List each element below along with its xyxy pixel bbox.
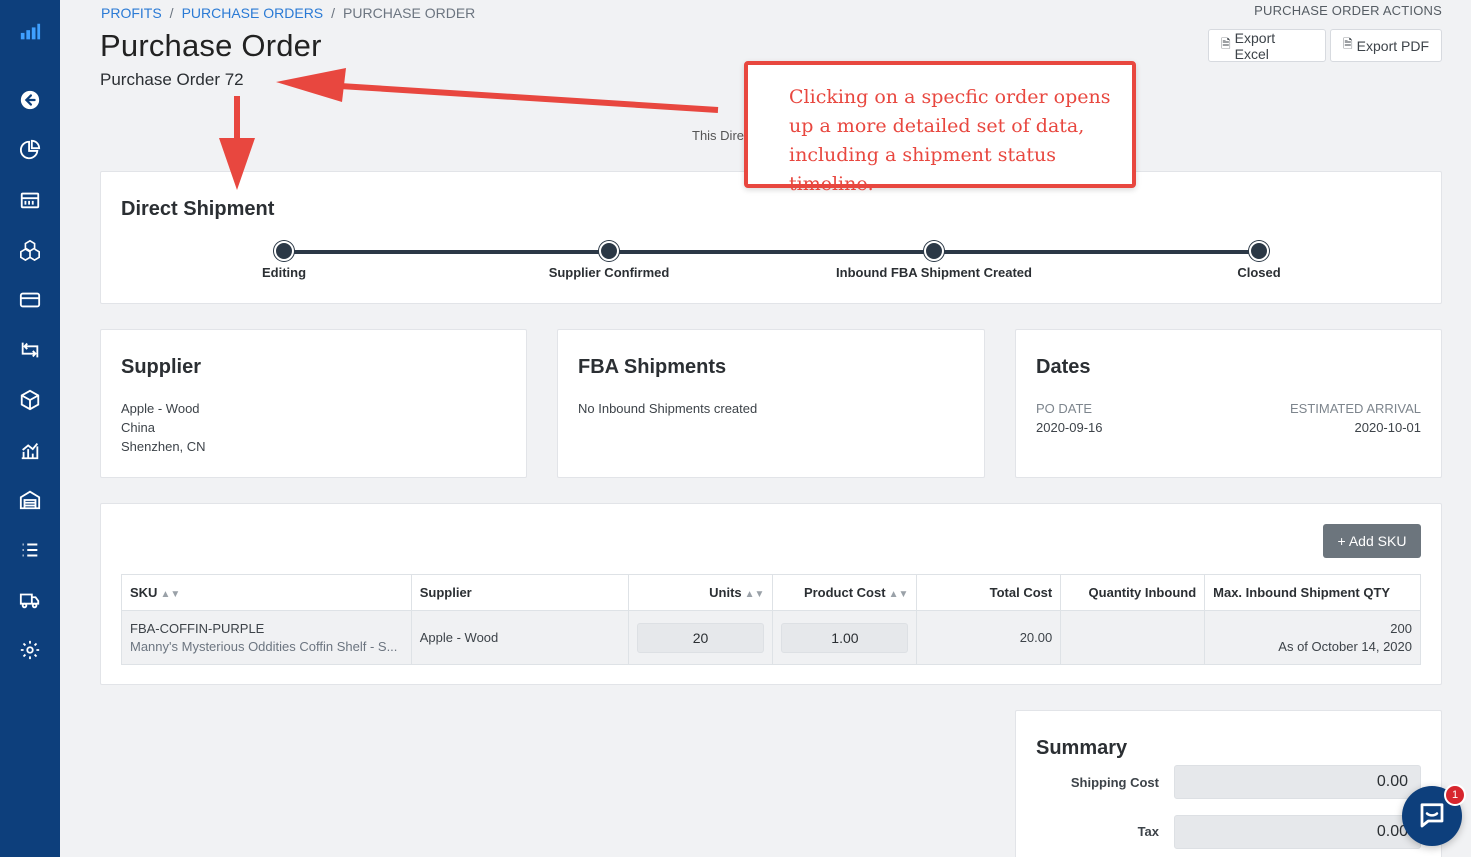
direct-shipment-card: Direct Shipment Editing Supplier Confirm… xyxy=(100,171,1442,304)
sort-icon: ▲▼ xyxy=(888,589,909,600)
sku-code: FBA-COFFIN-PURPLE xyxy=(130,621,265,636)
sku-table-card: + Add SKU SKU ▲▼ Supplier Units ▲▼ Product… xyxy=(100,503,1442,685)
timeline-step-dot xyxy=(599,241,619,261)
column-header-label: Units xyxy=(709,585,742,600)
timeline-step-closed: Closed xyxy=(1237,265,1281,280)
hint-text: This Dire xyxy=(692,128,745,143)
total-cost-cell: 20.00 xyxy=(916,610,1062,665)
sort-icon: ▲▼ xyxy=(160,589,181,600)
supplier-city: Shenzhen, CN xyxy=(121,439,206,454)
product-cost-cell: 1.00 xyxy=(772,610,918,665)
fba-shipments-title: FBA Shipments xyxy=(578,356,727,378)
supplier-card: Supplier Apple - Wood China Shenzhen, CN xyxy=(100,329,527,478)
column-header-total-cost: Total Cost xyxy=(916,574,1062,611)
chat-icon xyxy=(1420,803,1444,828)
purchase-order-actions-label: PURCHASE ORDER ACTIONS xyxy=(1254,3,1442,18)
column-header-label: Quantity Inbound xyxy=(1088,585,1197,600)
column-header-sku[interactable]: SKU ▲▼ xyxy=(121,574,412,611)
repeat-icon[interactable] xyxy=(18,338,42,362)
dates-card: Dates PO DATE 2020-09-16 ESTIMATED ARRIV… xyxy=(1015,329,1442,478)
excel-file-icon: 🗎 xyxy=(1221,37,1231,51)
chat-notification-badge: 1 xyxy=(1444,784,1466,806)
fba-empty-message: No Inbound Shipments created xyxy=(578,401,758,416)
breadcrumb: PROFITS / PURCHASE ORDERS / PURCHASE ORD… xyxy=(101,5,475,21)
estimated-arrival-label: ESTIMATED ARRIVAL xyxy=(1290,401,1421,416)
shipping-cost-label: Shipping Cost xyxy=(1070,775,1159,790)
breadcrumb-separator: / xyxy=(169,5,174,21)
timeline-step-dot xyxy=(924,241,944,261)
tax-input[interactable]: 0.00 xyxy=(1174,815,1421,849)
timeline-step-dot xyxy=(274,241,294,261)
column-header-max-inbound-qty: Max. Inbound Shipment QTY xyxy=(1204,574,1421,611)
po-date-value: 2020-09-16 xyxy=(1036,420,1103,435)
po-date-label: PO DATE xyxy=(1036,401,1093,416)
logo-icon[interactable] xyxy=(18,20,42,44)
page-title: Purchase Order xyxy=(100,28,322,63)
annotation-callout: Clicking on a specfic order opens up a m… xyxy=(744,61,1136,195)
tax-label: Tax xyxy=(1137,824,1159,839)
shipping-cost-input[interactable]: 0.00 xyxy=(1174,765,1421,799)
column-header-label: Total Cost xyxy=(989,585,1053,600)
column-header-label: Max. Inbound Shipment QTY xyxy=(1213,585,1391,600)
chart-pie-icon[interactable] xyxy=(18,138,42,162)
timeline-track xyxy=(284,250,1260,254)
max-inbound-qty-value: 200 xyxy=(1390,621,1412,636)
units-cell: 20 xyxy=(627,610,774,665)
max-inbound-qty-date: As of October 14, 2020 xyxy=(1278,639,1412,654)
supplier-name: Apple - Wood xyxy=(121,401,200,416)
timeline-step-editing: Editing xyxy=(261,265,307,280)
export-pdf-label: Export PDF xyxy=(1356,37,1430,54)
calendar-icon[interactable] xyxy=(18,188,42,212)
column-header-label: SKU xyxy=(130,585,158,600)
boxes-icon[interactable] xyxy=(18,238,42,262)
column-header-label: Supplier xyxy=(419,585,472,600)
analytics-icon[interactable] xyxy=(18,438,42,462)
sku-table: SKU ▲▼ Supplier Units ▲▼ Product Cost ▲▼ To… xyxy=(121,574,1421,665)
summary-card: Summary Shipping Cost 0.00 Tax 0.00 xyxy=(1015,710,1442,857)
sku-cell: FBA-COFFIN-PURPLE Manny's Mysterious Odd… xyxy=(121,610,412,665)
supplier-title: Supplier xyxy=(121,356,202,378)
summary-title: Summary xyxy=(1036,737,1128,759)
annotation-text: Clicking on a specfic order opens up a m… xyxy=(789,86,1111,195)
breadcrumb-purchase-orders[interactable]: PURCHASE ORDERS xyxy=(182,5,324,21)
fba-shipments-card: FBA Shipments No Inbound Shipments creat… xyxy=(557,329,985,478)
sort-icon: ▲▼ xyxy=(744,589,765,600)
breadcrumb-profits[interactable]: PROFITS xyxy=(101,5,162,21)
timeline-step-supplier-confirmed: Supplier Confirmed xyxy=(548,265,670,280)
product-cost-input[interactable]: 1.00 xyxy=(781,622,909,653)
max-inbound-qty-cell: 200 As of October 14, 2020 xyxy=(1204,610,1421,665)
pdf-file-icon: 🗎 xyxy=(1343,37,1353,51)
warehouse-icon[interactable] xyxy=(18,488,42,512)
units-input[interactable]: 20 xyxy=(636,622,765,653)
truck-icon[interactable] xyxy=(18,588,42,612)
column-header-units[interactable]: Units ▲▼ xyxy=(627,574,774,611)
breadcrumb-separator: / xyxy=(331,5,336,21)
export-pdf-button[interactable]: 🗎 Export PDF xyxy=(1330,29,1442,62)
column-header-label: Product Cost xyxy=(803,585,886,600)
add-sku-button[interactable]: + Add SKU xyxy=(1323,524,1421,558)
package-icon[interactable] xyxy=(18,388,42,412)
table-row: FBA-COFFIN-PURPLE Manny's Mysterious Odd… xyxy=(121,610,1421,665)
credit-card-icon[interactable] xyxy=(18,288,42,312)
timeline-step-inbound-created: Inbound FBA Shipment Created xyxy=(836,265,1032,280)
export-excel-button[interactable]: 🗎 Export Excel xyxy=(1208,29,1326,62)
back-icon[interactable] xyxy=(18,88,42,112)
breadcrumb-current: PURCHASE ORDER xyxy=(343,5,476,21)
column-header-quantity-inbound: Quantity Inbound xyxy=(1060,574,1206,611)
timeline-step-dot xyxy=(1249,241,1269,261)
estimated-arrival-value: 2020-10-01 xyxy=(1354,420,1422,435)
column-header-product-cost[interactable]: Product Cost ▲▼ xyxy=(772,574,918,611)
supplier-cell: Apple - Wood xyxy=(410,610,629,665)
column-header-supplier: Supplier xyxy=(410,574,629,611)
dates-title: Dates xyxy=(1036,356,1091,378)
purchase-order-number: Purchase Order 72 xyxy=(100,70,244,89)
gear-icon[interactable] xyxy=(18,638,42,662)
direct-shipment-title: Direct Shipment xyxy=(121,198,275,220)
list-icon[interactable] xyxy=(18,538,42,562)
sku-description: Manny's Mysterious Oddities Coffin Shelf… xyxy=(130,639,398,654)
quantity-inbound-cell xyxy=(1060,610,1206,665)
export-excel-label: Export Excel xyxy=(1234,29,1276,62)
sidebar xyxy=(0,0,60,857)
supplier-country: China xyxy=(121,420,155,435)
